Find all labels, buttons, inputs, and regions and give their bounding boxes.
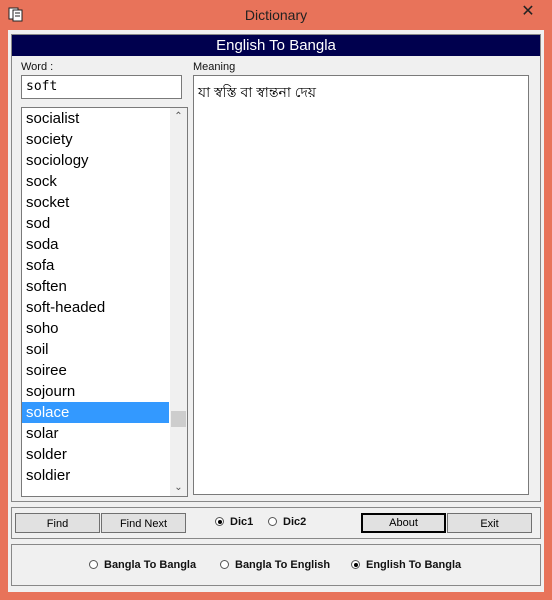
meaning-label: Meaning <box>193 61 236 73</box>
word-list-item[interactable]: sod <box>22 213 169 234</box>
mode-radio-bangla-to-english[interactable]: Bangla To English <box>220 559 330 571</box>
mode-label: Bangla To English <box>235 559 331 571</box>
radio-unselected-icon <box>89 560 98 569</box>
close-button[interactable]: ✕ <box>512 2 544 22</box>
mode-radio-english-to-bangla[interactable]: English To Bangla <box>351 559 461 571</box>
word-list-item[interactable]: soil <box>22 339 169 360</box>
word-label: Word : <box>21 61 54 73</box>
dic1-label: Dic1 <box>230 516 254 528</box>
scroll-down-arrow-icon[interactable]: ⌄ <box>170 479 187 496</box>
scroll-thumb[interactable] <box>171 411 186 427</box>
mode-label: English To Bangla <box>366 559 462 571</box>
radio-selected-icon <box>215 517 224 526</box>
exit-button[interactable]: Exit <box>447 513 532 533</box>
find-next-button[interactable]: Find Next <box>101 513 186 533</box>
meaning-box[interactable]: যা স্বস্তি বা স্বান্তনা দেয় <box>193 75 529 495</box>
word-list-item[interactable]: sociology <box>22 150 169 171</box>
direction-banner: English To Bangla <box>12 35 540 56</box>
mode-radio-bangla-to-bangla[interactable]: Bangla To Bangla <box>89 559 196 571</box>
radio-selected-icon <box>351 560 360 569</box>
find-button[interactable]: Find <box>15 513 100 533</box>
word-list-item[interactable]: socialist <box>22 108 169 129</box>
dictionary-panel: English To Bangla Word : Meaning soft so… <box>11 34 541 502</box>
window-title: Dictionary <box>244 7 308 23</box>
word-list-item[interactable]: society <box>22 129 169 150</box>
dic1-radio[interactable]: Dic1 <box>215 516 253 528</box>
word-list-item[interactable]: solar <box>22 423 169 444</box>
word-list-item[interactable]: solder <box>22 444 169 465</box>
word-list-item[interactable]: sojourn <box>22 381 169 402</box>
action-bar: Find Find Next Dic1 Dic2 About Exit <box>11 507 541 539</box>
word-list-item[interactable]: socket <box>22 192 169 213</box>
mode-selector: Bangla To Bangla Bangla To English Engli… <box>11 544 541 586</box>
word-list-scrollbar[interactable]: ⌃ ⌄ <box>170 108 187 496</box>
word-list-item[interactable]: soft-headed <box>22 297 169 318</box>
word-list-item[interactable]: soho <box>22 318 169 339</box>
word-list-items: socialist society sociology sock socket sod so… <box>22 108 169 496</box>
about-button[interactable]: About <box>361 513 446 533</box>
word-list-item[interactable]: sock <box>22 171 169 192</box>
dic2-radio[interactable]: Dic2 <box>268 516 306 528</box>
word-list-item[interactable]: soften <box>22 276 169 297</box>
dic2-label: Dic2 <box>283 516 307 528</box>
radio-unselected-icon <box>268 517 277 526</box>
word-list-item[interactable]: solace <box>22 402 169 423</box>
radio-unselected-icon <box>220 560 229 569</box>
word-input[interactable]: soft <box>21 75 182 99</box>
word-list[interactable]: socialist society sociology sock socket sod so… <box>21 107 188 497</box>
title-bar: Dictionary ✕ <box>0 0 552 30</box>
word-list-item[interactable]: soda <box>22 234 169 255</box>
mode-label: Bangla To Bangla <box>104 559 197 571</box>
close-icon: ✕ <box>521 3 535 20</box>
word-list-item[interactable]: soiree <box>22 360 169 381</box>
scroll-up-arrow-icon[interactable]: ⌃ <box>170 108 187 125</box>
word-list-item[interactable]: soldier <box>22 465 169 486</box>
word-list-item[interactable]: sofa <box>22 255 169 276</box>
window-client-area: English To Bangla Word : Meaning soft so… <box>8 30 544 592</box>
